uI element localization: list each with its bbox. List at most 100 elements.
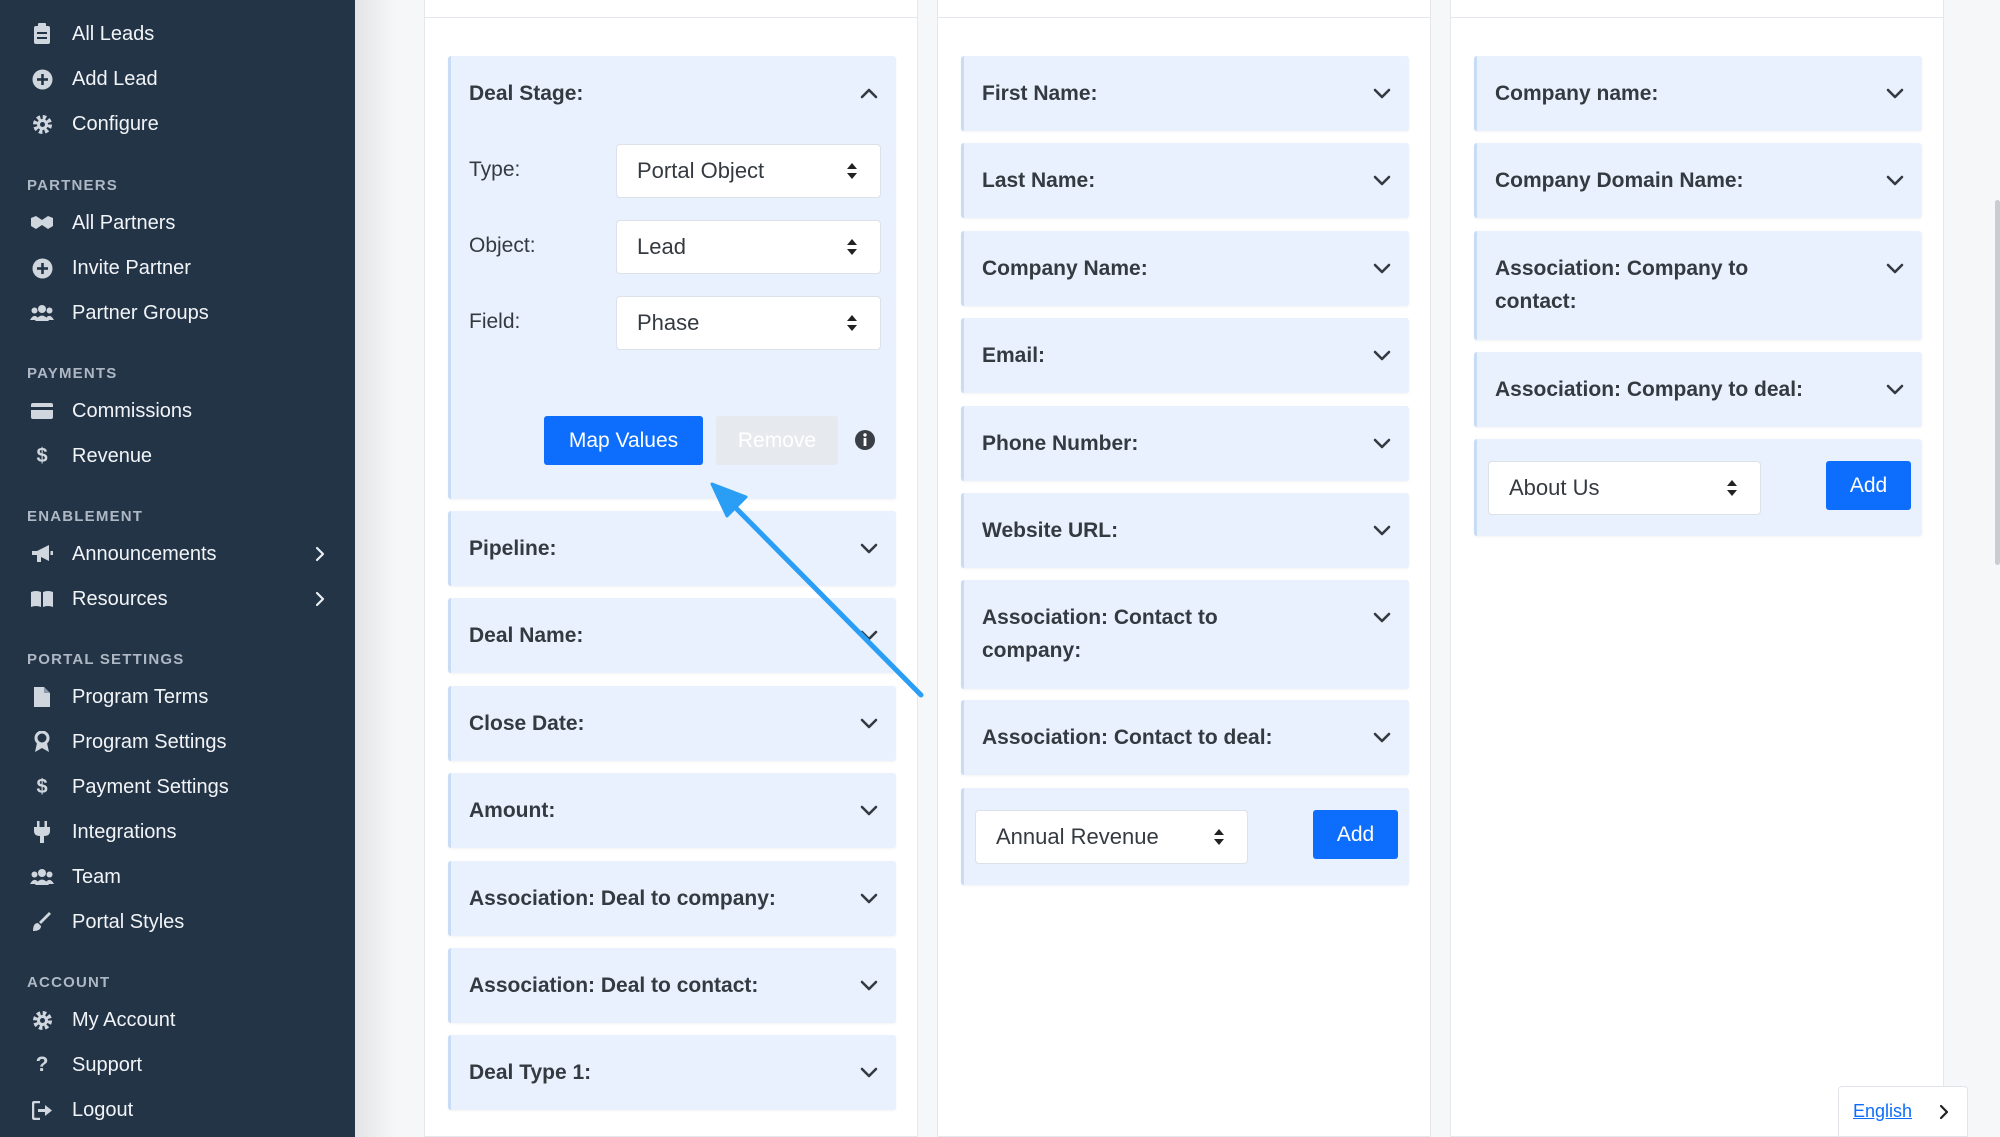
chevron-down-icon[interactable] bbox=[856, 797, 882, 823]
sidebar-item-my-account[interactable]: My Account bbox=[0, 1000, 355, 1040]
type-select-value: Portal Object bbox=[637, 158, 765, 183]
sidebar-item-program-terms[interactable]: Program Terms bbox=[0, 677, 355, 717]
sidebar-item-label: Integrations bbox=[72, 820, 177, 843]
card-title: Website URL: bbox=[982, 519, 1119, 542]
assoc-company-to-contact-card[interactable]: Association: Company to contact: bbox=[1474, 231, 1922, 340]
chevron-down-icon[interactable] bbox=[1369, 80, 1395, 106]
chevron-down-icon[interactable] bbox=[1369, 255, 1395, 281]
chevron-right-icon[interactable] bbox=[310, 544, 330, 564]
map-values-button[interactable]: Map Values bbox=[544, 416, 703, 465]
sidebar-item-payment-settings[interactable]: $ Payment Settings bbox=[0, 767, 355, 807]
chevron-right-icon[interactable] bbox=[310, 589, 330, 609]
contact-property-select[interactable]: Annual Revenue bbox=[975, 810, 1248, 864]
sidebar-item-label: Revenue bbox=[72, 444, 153, 467]
property-card[interactable]: Last Name: bbox=[961, 143, 1409, 219]
add-company-property-button[interactable]: Add bbox=[1826, 461, 1911, 510]
property-card[interactable]: Association: Deal to contact: bbox=[448, 948, 896, 1023]
sidebar-item-add-lead[interactable]: Add Lead bbox=[0, 59, 355, 99]
property-card[interactable]: Website URL: bbox=[961, 493, 1409, 568]
card-title: Pipeline: bbox=[469, 537, 557, 560]
card-title: Association: Deal to company: bbox=[469, 886, 776, 910]
sidebar-item-program-settings[interactable]: Program Settings bbox=[0, 722, 355, 762]
sidebar-item-invite-partner[interactable]: Invite Partner bbox=[0, 248, 355, 288]
type-select[interactable]: Portal Object bbox=[616, 144, 881, 198]
info-icon[interactable] bbox=[854, 429, 876, 451]
property-card[interactable]: Company Name: bbox=[961, 230, 1409, 306]
chevron-down-icon[interactable] bbox=[1369, 517, 1395, 543]
card-title: Deal Stage: bbox=[469, 82, 584, 105]
sort-arrows-icon bbox=[847, 315, 857, 331]
chevron-down-icon[interactable] bbox=[1882, 80, 1908, 106]
card-title: Company name: bbox=[1495, 82, 1659, 105]
chevron-down-icon[interactable] bbox=[1369, 167, 1395, 193]
chevron-down-icon[interactable] bbox=[1369, 342, 1395, 368]
chevron-down-icon[interactable] bbox=[1369, 430, 1395, 456]
company-property-select[interactable]: About Us bbox=[1488, 461, 1761, 515]
property-card[interactable]: Deal Name: bbox=[448, 598, 896, 674]
sidebar-item-announcements[interactable]: Announcements bbox=[0, 534, 355, 574]
assoc-contact-to-deal-card[interactable]: Association: Contact to deal: bbox=[961, 700, 1409, 775]
sidebar-item-resources[interactable]: Resources bbox=[0, 579, 355, 619]
chevron-down-icon[interactable] bbox=[1369, 724, 1395, 750]
users-icon bbox=[30, 301, 54, 325]
handshake-icon bbox=[30, 211, 54, 235]
language-label: English bbox=[1853, 1101, 1913, 1121]
card-title: Amount: bbox=[469, 799, 556, 823]
property-card[interactable]: Amount: bbox=[448, 773, 896, 849]
object-select[interactable]: Lead bbox=[616, 220, 881, 274]
sidebar-item-label: Resources bbox=[72, 587, 168, 610]
card-title: Deal Name: bbox=[469, 624, 584, 648]
sidebar-heading-account: ACCOUNT bbox=[27, 974, 111, 991]
chevron-down-icon[interactable] bbox=[856, 1059, 882, 1085]
chevron-down-icon[interactable] bbox=[856, 535, 882, 561]
megaphone-icon bbox=[30, 542, 54, 566]
property-card[interactable]: Pipeline: bbox=[448, 511, 896, 586]
language-selector[interactable]: English bbox=[1838, 1086, 1968, 1137]
property-card[interactable]: Phone Number: bbox=[961, 405, 1409, 481]
award-icon bbox=[30, 730, 54, 754]
sidebar-item-label: Support bbox=[72, 1053, 143, 1076]
assoc-contact-to-company-card[interactable]: Association: Contact to company: bbox=[961, 580, 1409, 689]
sort-arrows-icon bbox=[1214, 829, 1224, 845]
add-contact-property-button[interactable]: Add bbox=[1313, 810, 1398, 859]
sidebar-item-all-partners[interactable]: All Partners bbox=[0, 203, 355, 243]
sidebar-item-portal-styles[interactable]: Portal Styles bbox=[0, 902, 355, 942]
sidebar-item-support[interactable]: ? Support bbox=[0, 1045, 355, 1085]
sidebar-item-revenue[interactable]: $ Revenue bbox=[0, 436, 355, 476]
sidebar-item-team[interactable]: Team bbox=[0, 857, 355, 897]
sidebar-heading-portal-settings: PORTAL SETTINGS bbox=[27, 651, 185, 668]
document-icon bbox=[30, 685, 54, 709]
chevron-down-icon[interactable] bbox=[1882, 255, 1908, 281]
field-label: Field: bbox=[469, 310, 521, 333]
field-select[interactable]: Phase bbox=[616, 296, 881, 350]
property-card[interactable]: Email: bbox=[961, 318, 1409, 394]
property-card[interactable]: Deal Type 1: bbox=[448, 1035, 896, 1111]
chevron-down-icon[interactable] bbox=[856, 885, 882, 911]
chevron-down-icon[interactable] bbox=[1369, 604, 1395, 630]
property-card[interactable]: Company name: bbox=[1474, 56, 1922, 131]
sidebar-item-label: Add Lead bbox=[72, 67, 158, 90]
chevron-down-icon[interactable] bbox=[1882, 167, 1908, 193]
card-title: Company Name: bbox=[982, 256, 1148, 280]
sidebar-item-commissions[interactable]: Commissions bbox=[0, 391, 355, 431]
chevron-down-icon[interactable] bbox=[1882, 376, 1908, 402]
card-title: Last Name: bbox=[982, 169, 1096, 193]
chevron-down-icon[interactable] bbox=[856, 972, 882, 998]
sidebar-item-logout[interactable]: Logout bbox=[0, 1090, 355, 1130]
property-card[interactable]: First Name: bbox=[961, 56, 1409, 131]
card-title: Deal Type 1: bbox=[469, 1061, 592, 1085]
chevron-down-icon[interactable] bbox=[856, 622, 882, 648]
sidebar-item-partner-groups[interactable]: Partner Groups bbox=[0, 293, 355, 333]
scrollbar[interactable] bbox=[1995, 200, 2000, 565]
chevron-up-icon[interactable] bbox=[856, 80, 882, 106]
remove-button[interactable]: Remove bbox=[716, 416, 838, 465]
assoc-company-to-deal-card[interactable]: Association: Company to deal: bbox=[1474, 352, 1922, 427]
property-card[interactable]: Close Date: bbox=[448, 685, 896, 761]
chevron-down-icon[interactable] bbox=[856, 710, 882, 736]
sidebar-item-label: My Account bbox=[72, 1008, 176, 1031]
sidebar-item-configure[interactable]: Configure bbox=[0, 104, 355, 144]
property-card[interactable]: Company Domain Name: bbox=[1474, 143, 1922, 219]
sidebar-item-integrations[interactable]: Integrations bbox=[0, 812, 355, 852]
property-card[interactable]: Association: Deal to company: bbox=[448, 860, 896, 936]
sidebar-item-all-leads[interactable]: All Leads bbox=[0, 14, 355, 54]
